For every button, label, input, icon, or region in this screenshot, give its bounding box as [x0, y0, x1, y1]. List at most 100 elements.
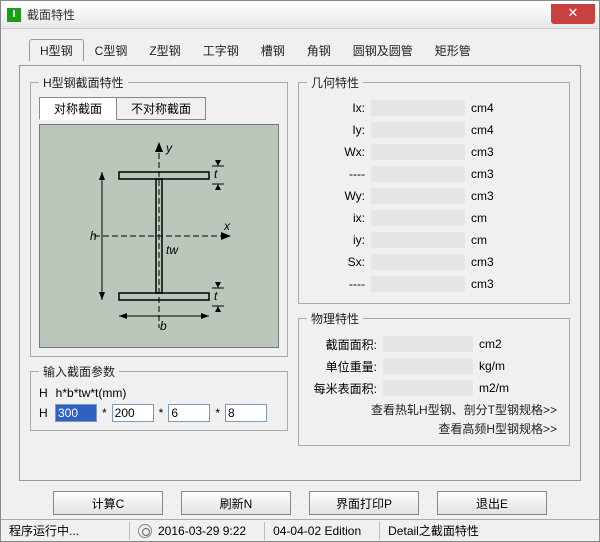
dim-t-bot-label: t [214, 289, 218, 303]
symmetry-tabs: 对称截面 不对称截面 [39, 97, 279, 120]
refresh-button[interactable]: 刷新N [181, 491, 291, 515]
phys-row: 截面面积: cm2 [307, 333, 561, 355]
clock-icon [138, 524, 152, 538]
window-title: 截面特性 [27, 6, 75, 23]
geom-value [371, 144, 465, 160]
section-group-title: H型钢截面特性 [39, 74, 128, 91]
h-section-svg: y x h [74, 136, 244, 336]
tab-c-steel[interactable]: C型钢 [84, 39, 139, 61]
geom-unit: cm4 [465, 123, 505, 137]
status-detail: Detail之截面特性 [379, 522, 487, 540]
section-diagram: y x h [39, 124, 279, 348]
geom-value [371, 232, 465, 248]
titlebar: I 截面特性 ✕ [1, 1, 599, 29]
dim-b-label: b [160, 319, 167, 333]
exit-button[interactable]: 退出E [437, 491, 547, 515]
geom-unit: cm3 [465, 189, 505, 203]
geom-row: Wy: cm3 [307, 185, 561, 207]
format-text: h*b*tw*t(mm) [56, 386, 127, 400]
phys-label: 截面面积: [307, 336, 383, 353]
dim-h-label: h [90, 229, 97, 243]
geom-value [371, 188, 465, 204]
geom-unit: cm [465, 211, 505, 225]
tab-rect[interactable]: 矩形管 [424, 39, 482, 61]
link-highfreq-spec[interactable]: 查看高频H型钢规格>> [307, 418, 561, 437]
input-h[interactable] [55, 404, 97, 422]
geom-unit: cm3 [465, 255, 505, 269]
geom-value [371, 122, 465, 138]
phys-value [383, 380, 473, 396]
geom-unit: cm3 [465, 277, 505, 291]
sep-3: * [212, 406, 223, 420]
input-tw[interactable] [168, 404, 210, 422]
geom-row: ix: cm [307, 207, 561, 229]
client-area: H型钢 C型钢 Z型钢 工字钢 槽钢 角钢 圆钢及圆管 矩形管 H型钢截面特性 … [1, 29, 599, 521]
button-row: 计算C 刷新N 界面打印P 退出E [19, 491, 581, 515]
geom-unit: cm3 [465, 167, 505, 181]
tab-z-steel[interactable]: Z型钢 [138, 39, 191, 61]
geom-label: iy: [307, 233, 371, 247]
section-diagram-group: H型钢截面特性 对称截面 不对称截面 y [30, 74, 288, 357]
params-group: 输入截面参数 H h*b*tw*t(mm) H * * * [30, 363, 288, 431]
input-b[interactable] [112, 404, 154, 422]
tab-asymmetric[interactable]: 不对称截面 [116, 97, 206, 120]
status-datetime: 2016-03-29 9:22 [129, 522, 254, 540]
params-group-title: 输入截面参数 [39, 363, 119, 380]
tab-angle[interactable]: 角钢 [296, 39, 342, 61]
physical-group-title: 物理特性 [307, 310, 363, 327]
geom-row: Wx: cm3 [307, 141, 561, 163]
dim-t-top-label: t [214, 167, 218, 181]
geom-value [371, 100, 465, 116]
geom-label: ---- [307, 277, 371, 291]
phys-row: 每米表面积: m2/m [307, 377, 561, 399]
tab-panel: H型钢截面特性 对称截面 不对称截面 y [19, 65, 581, 481]
input-t[interactable] [225, 404, 267, 422]
status-edition: 04-04-02 Edition [264, 522, 369, 540]
tab-i-steel[interactable]: 工字钢 [192, 39, 250, 61]
status-running: 程序运行中... [9, 522, 119, 540]
physical-group: 物理特性 截面面积: cm2 单位重量:kg/m 每米表面积: m2/m 查看热轧H型钢… [298, 310, 570, 446]
phys-row: 单位重量:kg/m [307, 355, 561, 377]
geom-unit: cm3 [465, 145, 505, 159]
phys-value [383, 336, 473, 352]
phys-unit: m2/m [473, 381, 509, 395]
geom-label: Wy: [307, 189, 371, 203]
params-row: H * * * [39, 404, 279, 422]
sep-1: * [99, 406, 110, 420]
format-label: H [39, 386, 48, 400]
link-hotrolled-spec[interactable]: 查看热轧H型钢、剖分T型钢规格>> [307, 399, 561, 418]
close-button[interactable]: ✕ [551, 4, 595, 24]
axis-x-label: x [223, 219, 231, 233]
status-bar: 程序运行中... 2016-03-29 9:22 04-04-02 Editio… [1, 519, 599, 541]
tab-channel[interactable]: 槽钢 [250, 39, 296, 61]
tab-symmetric[interactable]: 对称截面 [39, 97, 117, 120]
geom-row: ---- cm3 [307, 163, 561, 185]
geom-label: Iy: [307, 123, 371, 137]
param-row-label: H [39, 406, 53, 420]
geom-row: ---- cm3 [307, 273, 561, 295]
phys-unit: kg/m [473, 359, 505, 373]
calc-button[interactable]: 计算C [53, 491, 163, 515]
geom-row: Sx: cm3 [307, 251, 561, 273]
phys-value [383, 358, 473, 374]
phys-label: 每米表面积: [307, 380, 383, 397]
sep-2: * [156, 406, 167, 420]
geom-label: Sx: [307, 255, 371, 269]
dim-tw-label: tw [166, 243, 179, 257]
geom-label: ---- [307, 167, 371, 181]
geom-unit: cm [465, 233, 505, 247]
print-button[interactable]: 界面打印P [309, 491, 419, 515]
tab-h-steel[interactable]: H型钢 [29, 39, 84, 61]
geom-value [371, 276, 465, 292]
tab-round[interactable]: 圆钢及圆管 [342, 39, 424, 61]
app-window: I 截面特性 ✕ H型钢 C型钢 Z型钢 工字钢 槽钢 角钢 圆钢及圆管 矩形管… [0, 0, 600, 542]
geometry-group-title: 几何特性 [307, 74, 363, 91]
geom-value [371, 166, 465, 182]
geom-label: Wx: [307, 145, 371, 159]
geom-row: Ix:cm4 [307, 97, 561, 119]
geom-label: ix: [307, 211, 371, 225]
phys-unit: cm2 [473, 337, 502, 351]
geom-value [371, 254, 465, 270]
geometry-group: 几何特性 Ix:cm4 Iy: cm4 Wx: cm3 ---- cm3 Wy: cm3 ix: c… [298, 74, 570, 304]
app-icon: I [7, 8, 21, 22]
